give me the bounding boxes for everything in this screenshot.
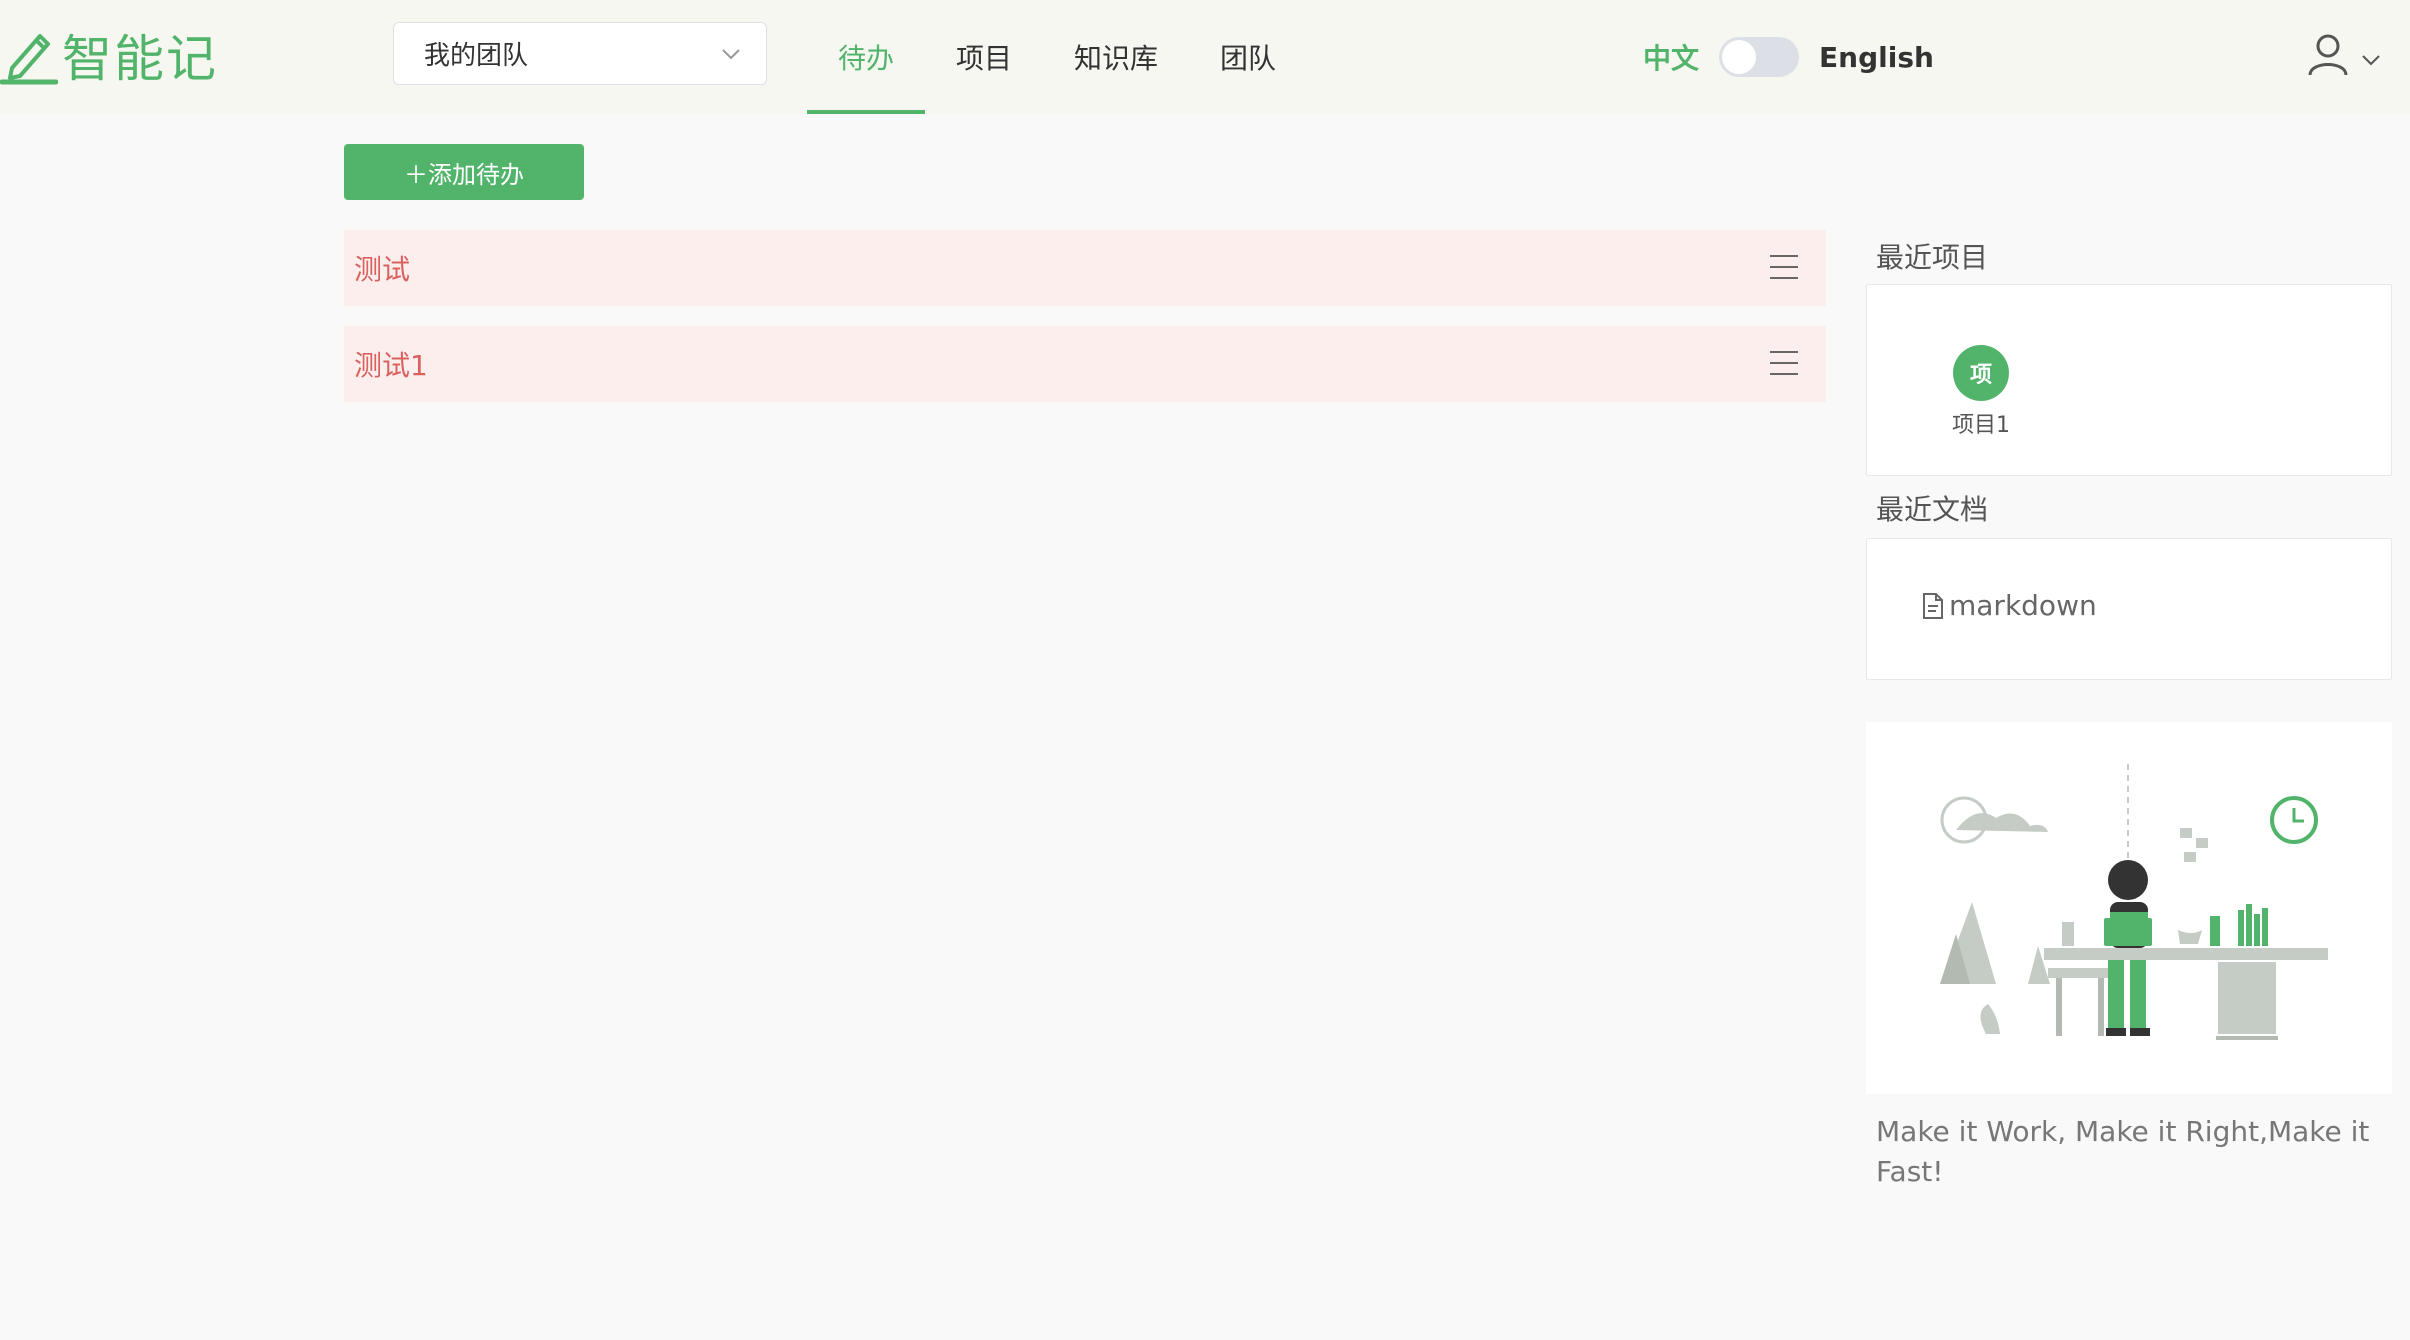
recent-docs-card: markdown xyxy=(1866,538,2392,680)
workspace-illustration xyxy=(1866,722,2392,1094)
project-item[interactable]: 项 项目1 xyxy=(1951,345,2011,439)
language-toggle[interactable] xyxy=(1719,37,1800,77)
pencil-logo-icon xyxy=(0,34,58,85)
hamburger-menu-icon[interactable] xyxy=(1770,255,1798,281)
team-select[interactable]: 我的团队 xyxy=(393,22,767,85)
team-select-value: 我的团队 xyxy=(424,41,529,71)
language-switch: 中文 English xyxy=(1643,32,1934,82)
nav-tab-projects[interactable]: 项目 xyxy=(925,0,1043,114)
todo-title: 测试 xyxy=(354,253,411,286)
todo-item[interactable]: 测试 xyxy=(344,230,1826,306)
language-chinese-label: 中文 xyxy=(1643,42,1700,75)
recent-docs-title: 最近文档 xyxy=(1876,493,1989,526)
todo-title: 测试1 xyxy=(354,349,428,382)
nav-tab-team[interactable]: 团队 xyxy=(1189,0,1307,114)
project-badge: 项 xyxy=(1953,345,2009,401)
app-logo[interactable]: 智能记 xyxy=(0,20,218,90)
chevron-down-icon xyxy=(722,49,740,60)
add-todo-button[interactable]: ＋添加待办 xyxy=(344,144,584,200)
language-english-label: English xyxy=(1819,40,1934,74)
recent-projects-title: 最近项目 xyxy=(1876,241,1989,274)
doc-name: markdown xyxy=(1949,589,2097,622)
document-icon xyxy=(1923,592,1943,619)
illustration-graphic xyxy=(1940,764,2328,1040)
recent-projects-card: 项 项目1 xyxy=(1866,284,2392,476)
chevron-down-icon xyxy=(2362,55,2380,66)
top-header: 智能记 我的团队 待办 项目 知识库 团队 中文 English xyxy=(0,0,2410,114)
app-name: 智能记 xyxy=(62,30,218,88)
main-nav: 待办 项目 知识库 团队 xyxy=(807,0,1307,114)
nav-tab-knowledge-base[interactable]: 知识库 xyxy=(1043,0,1189,114)
doc-item[interactable]: markdown xyxy=(1921,589,2097,622)
user-icon xyxy=(2308,34,2348,76)
todo-item[interactable]: 测试1 xyxy=(344,326,1826,402)
motto-text: Make it Work, Make it Right,Make it Fast… xyxy=(1876,1115,2370,1188)
project-name: 项目1 xyxy=(1952,413,2010,438)
toggle-knob xyxy=(1722,40,1757,74)
user-menu[interactable] xyxy=(2306,30,2396,80)
hamburger-menu-icon[interactable] xyxy=(1770,351,1798,377)
nav-tab-todo[interactable]: 待办 xyxy=(807,0,926,114)
